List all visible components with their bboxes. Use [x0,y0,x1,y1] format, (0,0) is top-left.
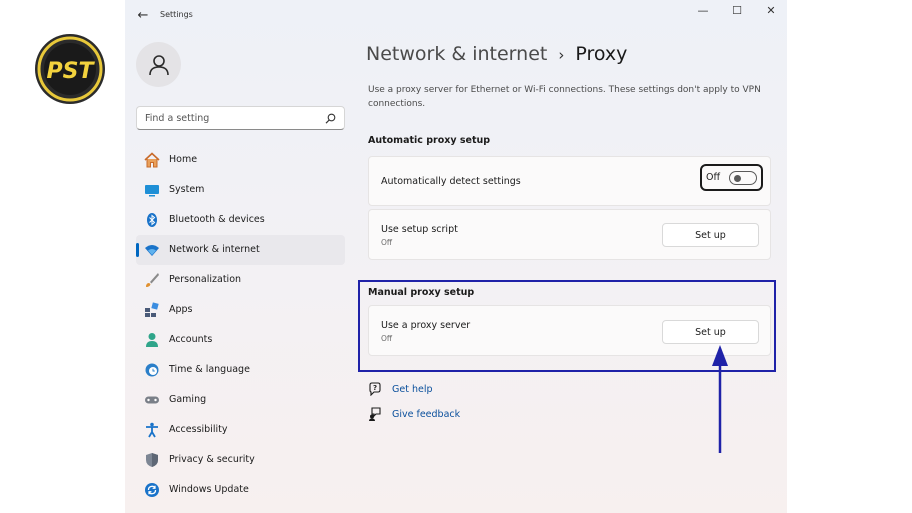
annotation-arrow [712,345,728,453]
pst-logo: PST [35,34,105,104]
page: PST ← Settings — ☐ ✕ Find a setting Home… [0,0,912,513]
svg-text:PST: PST [47,59,96,84]
settings-window: ← Settings — ☐ ✕ Find a setting Home Sys… [125,0,787,513]
